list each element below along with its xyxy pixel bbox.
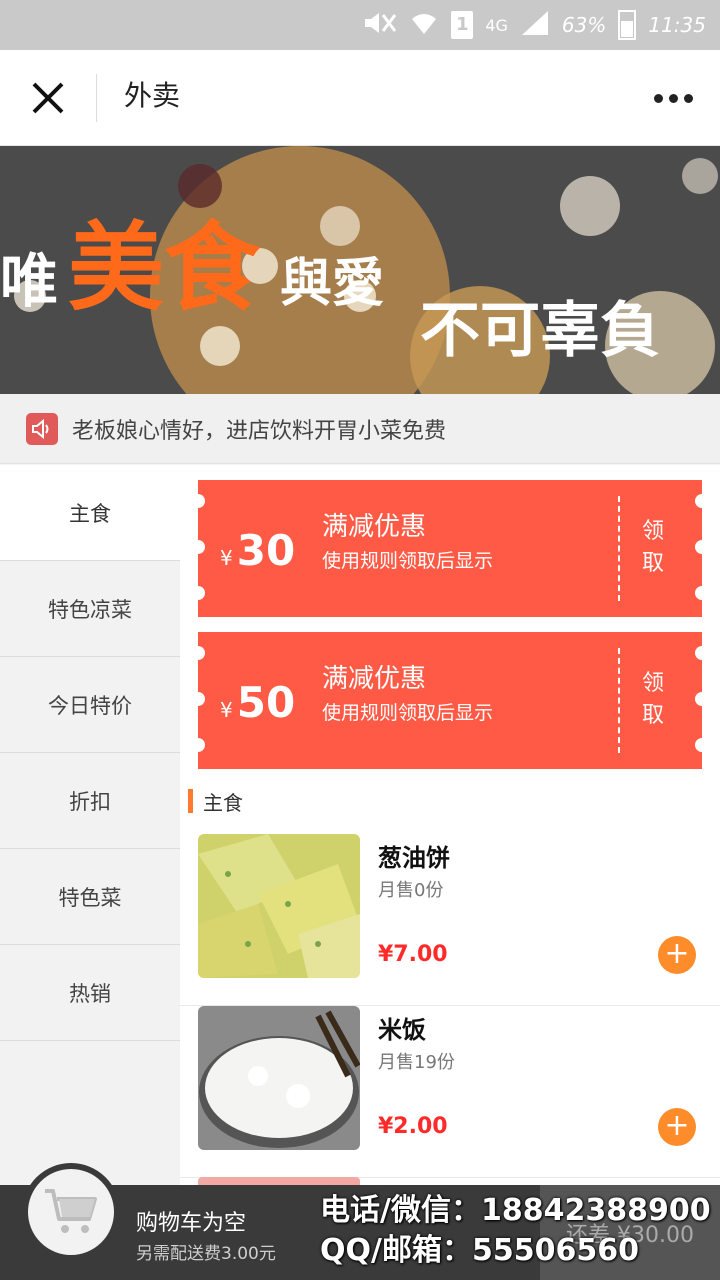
category-sidebar: 主食 特色凉菜 今日特价 折扣 特色菜 热销 — [0, 465, 180, 1185]
sidebar-item-label: 主食 — [69, 501, 111, 526]
product-price: ¥7.00 — [378, 942, 448, 967]
coupon-title: 满减优惠 — [322, 512, 427, 542]
sidebar-item-daily-special[interactable]: 今日特价 — [0, 657, 180, 753]
banner-text-highlight: 美食 — [68, 211, 261, 324]
mute-icon — [363, 11, 397, 40]
contact-phone: 电话/微信：18842388900 — [320, 1193, 711, 1228]
wifi-icon — [409, 10, 439, 41]
add-to-cart-button[interactable]: + — [658, 936, 696, 974]
more-icon — [654, 93, 663, 103]
clock: 11:35 — [648, 13, 706, 37]
cart-button[interactable] — [22, 1163, 120, 1261]
coupon-notch — [191, 586, 205, 600]
coupon-value: 50 — [236, 678, 296, 727]
sim-icon: 1 — [451, 11, 474, 39]
sidebar-item-label: 热销 — [69, 981, 111, 1006]
battery-percent: 63% — [561, 13, 607, 37]
battery-icon — [618, 10, 637, 40]
coupon-currency: ¥ — [220, 698, 233, 722]
banner-slogan-line2: 不可辜負 — [420, 296, 660, 366]
network-type: 4G — [485, 15, 508, 35]
section-title-text: 主食 — [203, 790, 243, 815]
coupon-notch — [191, 494, 205, 508]
cart-icon — [45, 1189, 97, 1233]
coupon-desc: 使用规则领取后显示 — [322, 550, 494, 572]
announcement-text: 老板娘心情好，进店饮料开胃小菜免费 — [72, 418, 447, 444]
coupon-claim-button[interactable]: 领取 — [638, 516, 668, 580]
promo-banner[interactable]: 唯 美食 與愛 不可辜負 — [0, 146, 720, 394]
coupon-notch — [191, 738, 205, 752]
coupon-card[interactable]: ¥ 30 满减优惠 使用规则领取后显示 领取 — [191, 480, 709, 617]
product-image — [198, 1006, 360, 1150]
coupon-value: 30 — [236, 526, 296, 575]
top-nav: 外卖 — [0, 50, 720, 146]
sidebar-item-label: 折扣 — [69, 789, 111, 814]
coupon-notch — [191, 692, 205, 706]
menu-content: ¥ 30 满减优惠 使用规则领取后显示 领取 ¥ 50 满减优惠 使用规则领取后… — [180, 465, 720, 1185]
coupon-notch — [191, 646, 205, 660]
coupon-notch — [695, 646, 709, 660]
coupon-notch — [191, 540, 205, 554]
plus-icon: + — [664, 936, 690, 971]
coupon-amount: ¥ 50 — [220, 678, 295, 727]
banner-slogan-line1: 唯 美食 與愛 — [0, 190, 384, 329]
product-name: 米饭 — [378, 1016, 426, 1044]
sidebar-item-cold-dishes[interactable]: 特色凉菜 — [0, 561, 180, 657]
close-button[interactable] — [28, 78, 68, 118]
coupon-notch — [695, 692, 709, 706]
coupon-desc: 使用规则领取后显示 — [322, 702, 494, 724]
sidebar-item-staple[interactable]: 主食 — [0, 465, 180, 561]
plus-icon: + — [664, 1108, 690, 1143]
coupon-divider — [618, 496, 620, 601]
sidebar-item-discount[interactable]: 折扣 — [0, 753, 180, 849]
product-image — [198, 834, 360, 978]
status-bar: 1 4G 63% 11:35 — [0, 0, 720, 50]
coupon-amount: ¥ 30 — [220, 526, 295, 575]
more-icon-dot — [669, 93, 678, 103]
coupon-notch — [695, 540, 709, 554]
cart-status: 购物车为空 — [136, 1211, 247, 1236]
more-icon-dot — [684, 93, 693, 103]
header-divider — [96, 74, 97, 122]
section-marker — [188, 789, 193, 813]
delivery-fee: 另需配送费3.00元 — [136, 1244, 276, 1264]
sidebar-item-specialty[interactable]: 特色菜 — [0, 849, 180, 945]
sidebar-item-label: 特色凉菜 — [48, 597, 132, 622]
coupon-notch — [695, 738, 709, 752]
sidebar-item-hot-sales[interactable]: 热销 — [0, 945, 180, 1041]
banner-text-b: 與愛 — [280, 253, 385, 314]
contact-qq: QQ/邮箱：55506560 — [320, 1233, 639, 1268]
coupon-notch — [695, 494, 709, 508]
more-button[interactable] — [654, 92, 694, 104]
contact-overlay: 电话/微信：18842388900 QQ/邮箱：55506560 — [320, 1191, 720, 1271]
product-sales: 月售0份 — [378, 880, 444, 901]
product-item[interactable]: 葱油饼 月售0份 ¥7.00 + — [180, 834, 720, 1006]
sidebar-item-label: 特色菜 — [58, 885, 122, 910]
coupon-claim-button[interactable]: 领取 — [638, 668, 668, 732]
page-title: 外卖 — [124, 79, 181, 112]
coupon-currency: ¥ — [220, 546, 233, 570]
cart-bar: 购物车为空 另需配送费3.00元 还差 ¥30.00 电话/微信：1884238… — [0, 1163, 720, 1280]
product-sales: 月售19份 — [378, 1052, 455, 1073]
product-item[interactable]: 米饭 月售19份 ¥2.00 + — [180, 1006, 720, 1178]
product-name: 葱油饼 — [378, 844, 450, 872]
product-price: ¥2.00 — [378, 1114, 448, 1139]
speaker-icon — [26, 412, 58, 445]
announcement-bar: 老板娘心情好，进店饮料开胃小菜免费 — [0, 394, 720, 464]
add-to-cart-button[interactable]: + — [658, 1108, 696, 1146]
signal-icon — [520, 9, 550, 42]
close-icon — [32, 82, 64, 114]
coupon-card[interactable]: ¥ 50 满减优惠 使用规则领取后显示 领取 — [191, 632, 709, 769]
banner-text-a: 唯 — [0, 247, 59, 315]
coupon-title: 满减优惠 — [322, 664, 427, 694]
sidebar-item-label: 今日特价 — [48, 693, 132, 718]
coupon-notch — [695, 586, 709, 600]
product-image-partial — [198, 1177, 360, 1185]
section-title: 主食 — [188, 789, 243, 815]
status-bar-indicators: 1 4G 63% 11:35 — [363, 8, 706, 42]
coupon-divider — [618, 648, 620, 753]
